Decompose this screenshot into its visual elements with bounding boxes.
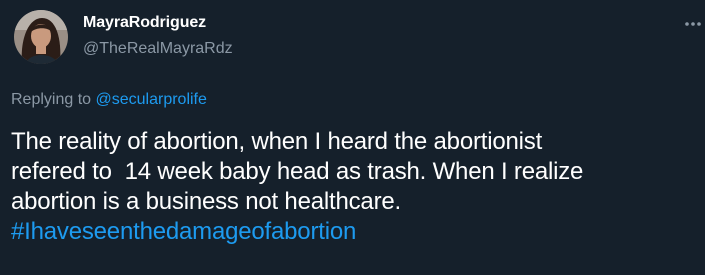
hashtag-link[interactable]: #Ihaveseenthedamageofabortion	[11, 218, 356, 245]
avatar-image	[14, 10, 68, 64]
tweet-body-text: The reality of abortion, when I heard th…	[11, 128, 584, 215]
author-avatar[interactable]	[14, 10, 68, 64]
more-options-button[interactable]	[682, 14, 704, 34]
replying-to-label: Replying to	[11, 91, 96, 108]
author-handle[interactable]: @TheRealMayraRdz	[83, 40, 233, 58]
tweet-card[interactable]: MayraRodriguez @TheRealMayraRdz Replying…	[0, 0, 705, 275]
replying-to-line: Replying to @secularprolife	[11, 91, 207, 109]
author-display-name[interactable]: MayraRodriguez	[83, 14, 206, 32]
tweet-text: The reality of abortion, when I heard th…	[11, 127, 701, 247]
replying-to-mention-link[interactable]: @secularprolife	[96, 91, 207, 108]
ellipsis-icon	[685, 22, 701, 26]
